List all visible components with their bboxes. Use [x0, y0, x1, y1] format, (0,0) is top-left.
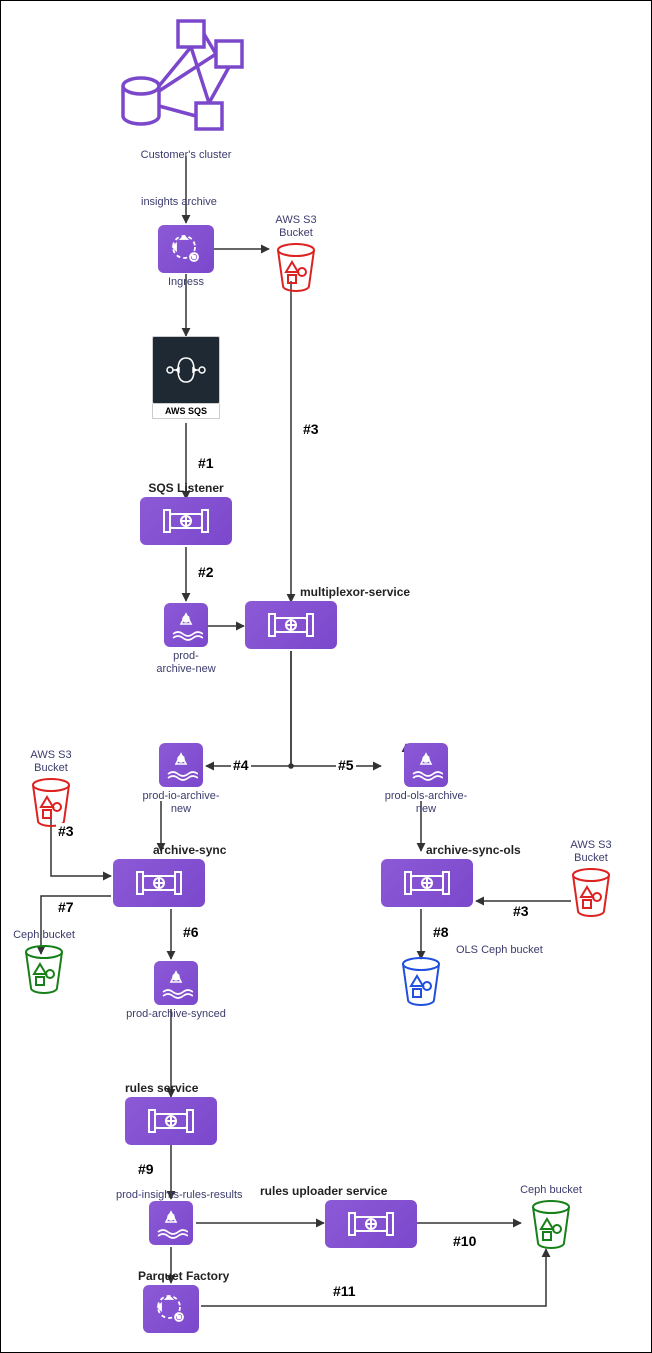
- edge-num-9: #9: [136, 1161, 156, 1177]
- node-ceph-left: Ceph bucket: [9, 926, 79, 999]
- kafka-icon: K: [164, 603, 208, 647]
- ols-ceph-label: OLS Ceph bucket: [456, 944, 543, 957]
- rules-uploader-title: rules uploader service: [260, 1184, 417, 1198]
- prod-io-label: prod-io-archive-new: [136, 790, 226, 816]
- edge-num-8: #8: [431, 924, 451, 940]
- node-sqs-listener: SQS Listener: [140, 481, 232, 545]
- pipeline-icon: [140, 497, 232, 545]
- bucket-icon: [529, 1199, 573, 1249]
- edge-num-5: #5: [336, 757, 356, 773]
- ingress-icon: [158, 225, 214, 273]
- pipeline-icon: [113, 859, 205, 907]
- node-rules-uploader: rules uploader service: [325, 1184, 417, 1248]
- bucket-icon: [399, 956, 443, 1006]
- multiplexor-title: multiplexor-service: [300, 585, 337, 599]
- node-s3-top: AWS S3 Bucket: [261, 211, 331, 297]
- node-ceph-right: Ceph bucket: [516, 1181, 586, 1254]
- edge-num-4: #4: [231, 757, 251, 773]
- svg-text:K: K: [174, 975, 178, 981]
- node-s3-left: AWS S3 Bucket: [16, 746, 86, 832]
- pipeline-icon: [125, 1097, 217, 1145]
- edge-label-insights-archive: insights archive: [141, 196, 217, 208]
- edge-num-3b: #3: [56, 823, 76, 839]
- cluster-icon: [116, 11, 256, 141]
- node-archive-sync-ols: archive-sync-ols: [381, 843, 473, 907]
- edge-num-3a: #3: [301, 421, 321, 437]
- node-prod-archive-synced: K prod-archive-synced: [126, 961, 226, 1021]
- parquet-title: Parquet Factory: [138, 1269, 199, 1283]
- node-rules-service: rules service: [125, 1081, 217, 1145]
- edge-num-7: #7: [56, 899, 76, 915]
- sqs-listener-title: SQS Listener: [140, 481, 232, 495]
- pipeline-icon: [325, 1200, 417, 1248]
- ingress-label: Ingress: [158, 276, 214, 289]
- archive-sync-title: archive-sync: [153, 843, 205, 857]
- bucket-icon: [569, 867, 613, 917]
- prod-archive-new-label: prod- archive-new: [151, 650, 221, 676]
- s3-top-label: AWS S3 Bucket: [261, 214, 331, 240]
- ceph-left-label: Ceph bucket: [9, 929, 79, 942]
- bucket-icon: [274, 242, 318, 292]
- node-prod-io-archive-new: K prod-io-archive-new: [136, 743, 226, 816]
- pipeline-icon: [245, 601, 337, 649]
- node-prod-ols-archive-new: K prod-ols-archive-new: [376, 743, 476, 816]
- node-s3-right: AWS S3 Bucket: [556, 836, 626, 922]
- edges-svg: [1, 1, 652, 1353]
- kafka-icon: K: [149, 1201, 193, 1245]
- edge-num-1: #1: [196, 455, 216, 471]
- edge-num-6: #6: [181, 924, 201, 940]
- node-aws-sqs: AWS SQS: [152, 336, 220, 419]
- edge-num-10: #10: [451, 1233, 478, 1249]
- archive-sync-ols-title: archive-sync-ols: [426, 843, 473, 857]
- bucket-icon: [22, 944, 66, 994]
- cluster-label: Customer's cluster: [116, 149, 256, 162]
- node-prod-insights-rules-results: K: [149, 1201, 193, 1245]
- node-multiplexor: multiplexor-service: [245, 585, 337, 649]
- node-ingress: Ingress: [158, 225, 214, 289]
- node-archive-sync: archive-sync: [113, 843, 205, 907]
- kafka-icon: K: [154, 961, 198, 1005]
- prod-ols-label: prod-ols-archive-new: [376, 790, 476, 816]
- svg-text:K: K: [169, 1215, 173, 1221]
- kafka-icon: K: [404, 743, 448, 787]
- edge-num-11: #11: [331, 1283, 358, 1299]
- edge-num-3c: #3: [511, 903, 531, 919]
- svg-text:K: K: [179, 757, 183, 763]
- pipeline-icon: [381, 859, 473, 907]
- node-prod-archive-new: K prod- archive-new: [158, 603, 214, 676]
- kafka-icon: K: [159, 743, 203, 787]
- svg-text:K: K: [184, 617, 188, 623]
- rules-service-title: rules service: [125, 1081, 217, 1095]
- s3-right-label: AWS S3 Bucket: [556, 839, 626, 865]
- ceph-right-label: Ceph bucket: [516, 1184, 586, 1197]
- bucket-icon: [29, 777, 73, 827]
- node-customer-cluster: Customer's cluster: [116, 11, 256, 162]
- gear-cycle-icon: [143, 1285, 199, 1333]
- node-parquet-factory: Parquet Factory: [143, 1269, 199, 1333]
- node-ols-ceph: [396, 956, 446, 1011]
- sqs-icon: [152, 336, 220, 404]
- sqs-label: AWS SQS: [152, 404, 220, 419]
- edge-num-2: #2: [196, 564, 216, 580]
- prod-archive-synced-label: prod-archive-synced: [126, 1008, 226, 1021]
- svg-text:K: K: [424, 757, 428, 763]
- s3-left-label: AWS S3 Bucket: [16, 749, 86, 775]
- diagram-canvas: insights archive #1 #2 #3 #4 #5 #3 #3 #6…: [0, 0, 652, 1353]
